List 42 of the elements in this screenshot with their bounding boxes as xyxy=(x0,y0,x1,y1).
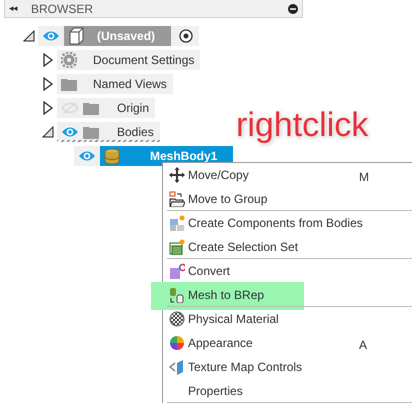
expand-arrow-icon[interactable] xyxy=(43,53,53,67)
menu-item[interactable]: Move/Copy M xyxy=(163,163,412,187)
menu-item[interactable]: Properties xyxy=(167,379,412,403)
menu-item[interactable]: Move to Group xyxy=(167,187,412,211)
expand-arrow-icon[interactable] xyxy=(43,77,53,91)
eye-icon[interactable] xyxy=(61,126,79,138)
gear-icon xyxy=(61,52,77,68)
menu-item[interactable]: Create Selection Set xyxy=(167,235,412,259)
radio-icon[interactable] xyxy=(179,29,194,43)
collapse-icon[interactable]: ◂◂ xyxy=(9,2,17,16)
expand-arrow-icon[interactable] xyxy=(43,101,53,115)
panel-title: BROWSER xyxy=(31,0,94,18)
minimize-icon[interactable] xyxy=(288,4,298,14)
annotation-text: rightclick xyxy=(236,108,368,142)
collapse-arrow-icon[interactable] xyxy=(42,126,54,138)
menu-item[interactable]: Create Components from Bodies xyxy=(163,211,412,235)
folder-icon xyxy=(83,101,99,115)
folder-icon xyxy=(83,125,99,139)
convert-icon xyxy=(169,263,185,279)
mesh-to-brep-icon xyxy=(169,286,185,302)
menu-item[interactable]: Mesh to BRep xyxy=(167,283,412,307)
mesh-body-icon xyxy=(104,148,120,164)
menu-item[interactable]: Convert xyxy=(163,259,412,283)
tree-item[interactable]: Bodies xyxy=(57,122,160,142)
eye-icon[interactable] xyxy=(42,30,60,42)
collapse-arrow-icon[interactable] xyxy=(23,30,35,42)
menu-item[interactable]: Appearance A xyxy=(163,331,412,355)
tree-item[interactable]: Origin xyxy=(57,98,156,118)
tree-item[interactable]: Named Views xyxy=(57,74,173,94)
cubes-icon xyxy=(169,215,185,231)
menu-item[interactable]: Physical Material xyxy=(163,307,412,331)
selection-set-icon xyxy=(169,238,185,254)
tree-item[interactable]: Document Settings xyxy=(57,50,200,70)
checker-ball-icon xyxy=(169,311,185,327)
folder-icon xyxy=(169,190,185,206)
cube-icon xyxy=(68,27,85,45)
eye-icon[interactable] xyxy=(78,150,96,162)
color-wheel-icon xyxy=(169,335,185,351)
folder-icon xyxy=(61,77,77,91)
menu-item[interactable]: Texture Map Controls xyxy=(163,355,412,379)
texture-map-icon xyxy=(169,359,185,375)
move-arrows-icon xyxy=(169,167,185,183)
